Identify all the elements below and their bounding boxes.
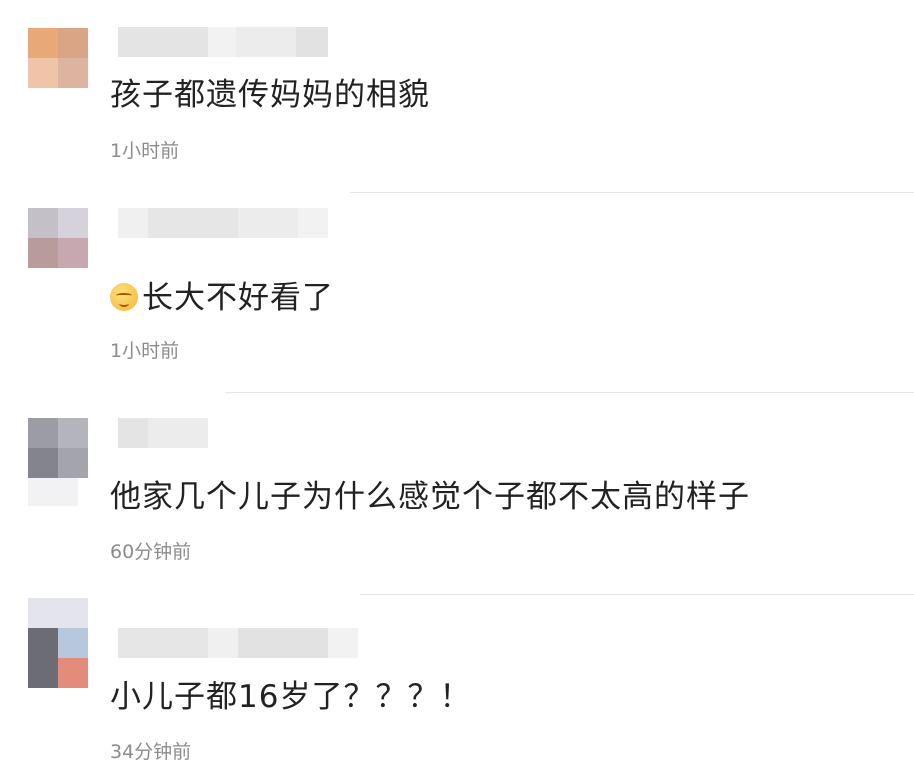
username-blurred[interactable] [118, 208, 328, 238]
avatar[interactable] [28, 418, 88, 478]
avatar-pixel [28, 448, 58, 478]
comment-time: 1小时前 [110, 340, 180, 362]
avatar-pixel [28, 598, 88, 628]
avatar-pixel [58, 58, 88, 88]
grimace-face-icon [110, 283, 138, 311]
avatar[interactable] [28, 28, 88, 88]
avatar-pixel [28, 58, 58, 88]
divider [225, 392, 914, 393]
avatar-pixel [58, 658, 88, 688]
comment-text: 小儿子都16岁了？？？！ [110, 679, 472, 715]
divider [360, 594, 914, 595]
avatar-pixel [28, 28, 58, 58]
comment-text: 他家几个儿子为什么感觉个子都不太高的样子 [110, 479, 750, 515]
avatar-pixel [28, 238, 58, 268]
avatar-pixel [28, 208, 58, 238]
avatar[interactable] [28, 628, 88, 688]
avatar-pixel [58, 238, 88, 268]
avatar-pixel [58, 28, 88, 58]
comment-time: 1小时前 [110, 140, 180, 162]
comment-time: 34分钟前 [110, 741, 192, 763]
username-blurred[interactable] [118, 27, 328, 57]
avatar-pixel [28, 658, 58, 688]
comment-time: 60分钟前 [110, 541, 192, 563]
username-blurred[interactable] [118, 418, 208, 448]
comment-text-body: 长大不好看了 [142, 280, 334, 316]
username-blurred[interactable] [118, 628, 358, 658]
avatar-pixel [58, 208, 88, 238]
avatar-pixel [58, 418, 88, 448]
avatar-pixel [58, 448, 88, 478]
avatar-pixel [58, 628, 88, 658]
avatar-pixel [28, 478, 78, 506]
divider [350, 192, 914, 193]
avatar-pixel [28, 418, 58, 448]
avatar-pixel [28, 628, 58, 658]
avatar[interactable] [28, 208, 88, 268]
comment-text: 孩子都遗传妈妈的相貌 [110, 77, 430, 113]
comment-text: 长大不好看了 [110, 278, 334, 318]
